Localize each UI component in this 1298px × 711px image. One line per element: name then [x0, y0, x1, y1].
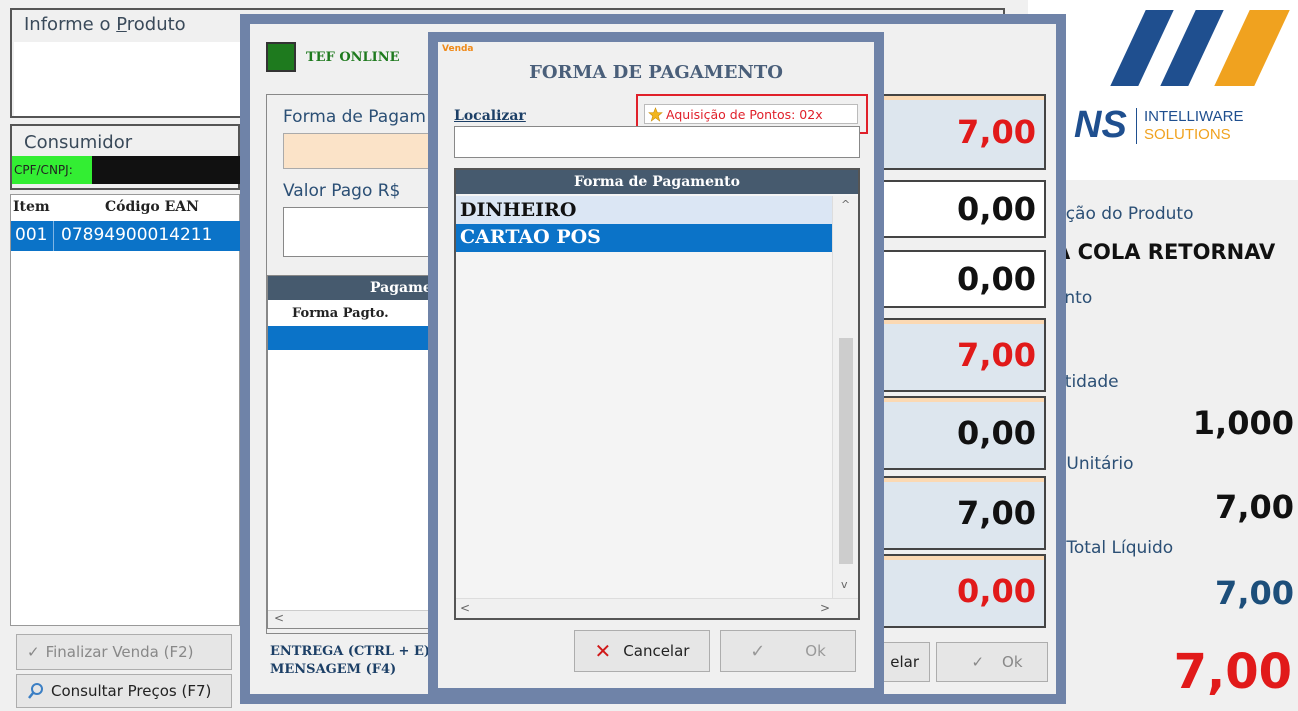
col-header-ean: Código EAN: [105, 199, 199, 215]
payments-table: Pagamen Forma Pagto. <: [267, 275, 448, 629]
close-icon: ✕: [594, 639, 612, 663]
check-icon: ✓: [750, 640, 766, 662]
cpf-input[interactable]: [92, 156, 242, 184]
search-icon: [28, 683, 43, 699]
payments-col-header: Forma Pagto.: [292, 306, 389, 321]
payments-scrollbar[interactable]: <: [268, 610, 448, 628]
items-table: Item Código EAN 001 07894900014211: [10, 194, 241, 626]
row-ean-divider: [53, 221, 54, 251]
value-remaining: 7,00: [872, 318, 1046, 392]
payments-row[interactable]: [268, 326, 448, 350]
ok-button[interactable]: ✓ Ok: [720, 630, 856, 672]
net-total-value: 7,00: [1215, 574, 1294, 612]
value-total-due: 7,00: [872, 94, 1046, 170]
value-discount: 0,00: [872, 250, 1046, 308]
delivery-shortcut[interactable]: ENTREGA (CTRL + E): [270, 644, 430, 659]
product-input-label: Informe o Produto: [24, 14, 186, 35]
hscroll-thumb[interactable]: [476, 603, 806, 615]
cancel-button[interactable]: ✕ Cancelar: [574, 630, 710, 672]
cpf-label: CPF/CNPJ:: [12, 156, 92, 184]
company-logo: NS INTELLIWARE SOLUTIONS: [1028, 0, 1298, 180]
message-shortcut[interactable]: MENSAGEM (F4): [270, 662, 396, 677]
list-hscrollbar[interactable]: < >: [456, 598, 858, 618]
payment-method-input[interactable]: [283, 133, 448, 169]
points-badge-text: Aquisição de Pontos: 02x: [666, 106, 823, 122]
chevron-right-icon[interactable]: >: [820, 601, 830, 615]
tef-status-indicator: [266, 42, 296, 72]
list-item-dinheiro[interactable]: DINHEIRO: [456, 196, 832, 224]
scroll-thumb[interactable]: [839, 338, 853, 564]
search-input[interactable]: [454, 126, 860, 158]
payment-method-dialog: Venda FORMA DE PAGAMENTO Localizar Aquis…: [428, 32, 884, 698]
dialog-title: FORMA DE PAGAMENTO: [529, 62, 783, 83]
payments-header: Pagamen: [268, 276, 448, 300]
value-balance: 0,00: [872, 554, 1046, 628]
payment-entry-group: Forma de Pagam Valor Pago R$ Pagamen For…: [266, 94, 448, 634]
search-label: Localizar: [454, 108, 526, 124]
list-header: Forma de Pagamento: [456, 170, 858, 194]
consumer-group: Consumidor CPF/CNPJ:: [10, 124, 242, 190]
payment-ok-button[interactable]: ✓ Ok: [936, 642, 1048, 682]
star-icon: [648, 106, 663, 122]
check-icon: ✓: [27, 643, 40, 661]
points-badge-inner: Aquisição de Pontos: 02x: [644, 104, 858, 124]
dialog-small-title: Venda: [442, 44, 474, 54]
payment-method-list: Forma de Pagamento DINHEIRO CARTAO POS ^…: [454, 168, 860, 620]
tef-status-label: TEF ONLINE: [306, 50, 400, 65]
logo-brand-2: SOLUTIONS: [1144, 126, 1231, 143]
finalize-sale-button[interactable]: ✓ Finalizar Venda (F2): [16, 634, 232, 670]
unit-price-value: 7,00: [1215, 488, 1294, 526]
consumer-label: Consumidor: [24, 132, 133, 153]
product-input[interactable]: [14, 42, 244, 116]
desc-value: A COLA RETORNAV: [1054, 240, 1276, 264]
amount-paid-label: Valor Pago R$: [283, 181, 401, 201]
check-icon: ✓: [971, 653, 985, 671]
logo-stripe-2: [1160, 10, 1224, 86]
row-item: 001: [15, 225, 48, 245]
value-change: 0,00: [872, 396, 1046, 470]
logo-divider: [1136, 108, 1137, 144]
logo-text: NS: [1074, 104, 1127, 146]
chevron-down-icon[interactable]: v: [841, 578, 848, 591]
logo-stripe-3: [1214, 10, 1290, 86]
row-ean: 07894900014211: [61, 225, 213, 245]
payment-method-label: Forma de Pagam: [283, 107, 426, 127]
net-total-label: r Total Líquido: [1054, 538, 1174, 558]
list-item-cartao-pos[interactable]: CARTAO POS: [456, 224, 832, 252]
table-row[interactable]: 001 07894900014211: [11, 221, 241, 251]
list-vscrollbar[interactable]: ^ v: [832, 196, 858, 598]
desc-label: rição do Produto: [1054, 204, 1194, 224]
col-header-item: Item: [13, 199, 50, 215]
amount-paid-input[interactable]: [283, 207, 448, 257]
value-subtotal: 7,00: [872, 476, 1046, 550]
payment-method-dialog-body: Venda FORMA DE PAGAMENTO Localizar Aquis…: [438, 42, 874, 688]
total-value: 7,00: [1173, 644, 1292, 700]
qty-value: 1,000: [1192, 404, 1294, 442]
chevron-up-icon[interactable]: ^: [841, 198, 850, 211]
logo-brand-1: INTELLIWARE: [1144, 108, 1244, 125]
consult-prices-button[interactable]: Consultar Preços (F7): [16, 674, 232, 708]
value-paid: 0,00: [872, 180, 1046, 238]
chevron-left-icon[interactable]: <: [460, 601, 470, 615]
